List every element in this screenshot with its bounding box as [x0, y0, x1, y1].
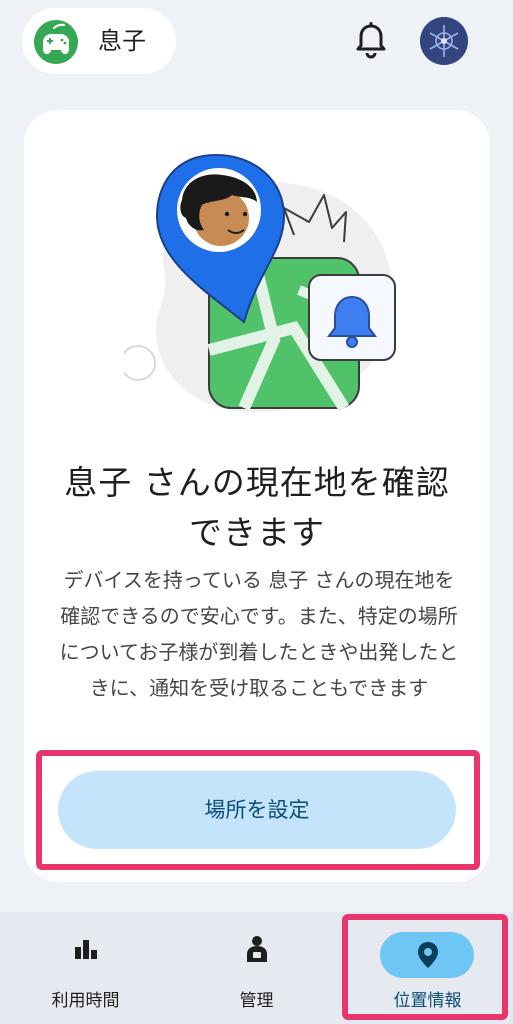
card-title-line1: 息子 さんの現在地を確認 [64, 463, 450, 502]
bell-icon[interactable] [354, 20, 388, 60]
nav-item-screen-time[interactable]: 利用時間 [0, 912, 171, 1024]
card-title: 息子 さんの現在地を確認 できます [44, 458, 470, 558]
person-badge-icon [246, 936, 267, 962]
nav-highlight-outline [342, 914, 508, 1020]
top-bar: 息子 [0, 0, 513, 90]
location-illustration [124, 153, 396, 412]
nav-label-manage: 管理 [239, 991, 274, 1011]
set-location-button[interactable]: 場所を設定 [58, 771, 456, 849]
nav-label-screen-time: 利用時間 [51, 991, 120, 1011]
child-selector[interactable]: 息子 [22, 8, 176, 74]
nav-item-manage[interactable]: 管理 [171, 912, 342, 1024]
bar-chart-icon [74, 940, 97, 959]
profile-picture-icon [420, 17, 468, 65]
card-description: デバイスを持っている 息子 さんの現在地を確認できるので安心です。また、特定の場… [59, 568, 459, 700]
profile-avatar[interactable] [420, 17, 468, 65]
gamepad-icon [43, 23, 69, 54]
card-title-line2: できます [189, 513, 325, 552]
child-avatar [34, 20, 78, 64]
child-name: 息子 [98, 27, 146, 55]
